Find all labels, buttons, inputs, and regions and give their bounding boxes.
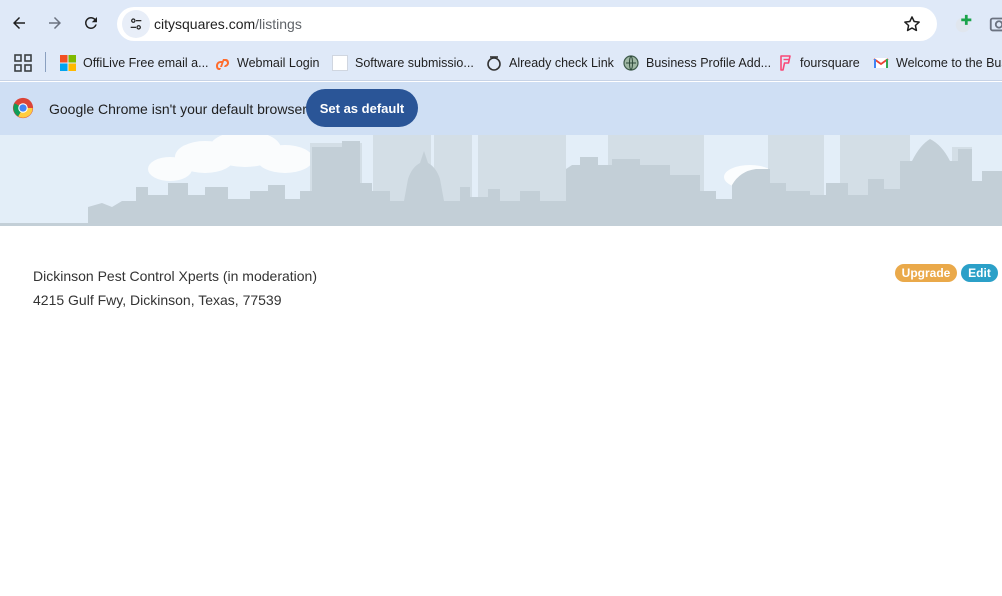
listing-address: 4215 Gulf Fwy, Dickinson, Texas, 77539 bbox=[33, 292, 282, 308]
reload-icon bbox=[84, 16, 97, 29]
bookmark-webmail-login[interactable]: Webmail Login bbox=[214, 52, 319, 74]
foursquare-icon bbox=[777, 55, 793, 71]
infobar-message: Google Chrome isn't your default browser bbox=[49, 101, 307, 117]
cpanel-icon bbox=[214, 55, 230, 71]
set-as-default-button[interactable]: Set as default bbox=[306, 89, 418, 127]
default-browser-infobar: Google Chrome isn't your default browser… bbox=[0, 82, 1002, 135]
back-arrow-icon bbox=[13, 17, 25, 29]
bookmark-already-check-link[interactable]: Already check Link bbox=[486, 52, 614, 74]
forward-arrow-icon bbox=[49, 17, 61, 29]
tune-icon bbox=[130, 18, 142, 30]
bookmark-label: Software submissio... bbox=[355, 56, 474, 70]
bookmark-software-submission[interactable]: Software submissio... bbox=[332, 52, 474, 74]
browser-toolbar: citysquares.com/listings bbox=[0, 0, 1002, 46]
blank-page-icon bbox=[332, 55, 348, 71]
listing-name[interactable]: Dickinson Pest Control Xperts (in modera… bbox=[33, 268, 317, 284]
bookmark-offilive[interactable]: OffiLive Free email a... bbox=[60, 52, 209, 74]
forward-button[interactable] bbox=[41, 9, 69, 37]
edit-button[interactable]: Edit bbox=[961, 264, 998, 282]
bookmark-star-icon[interactable] bbox=[902, 14, 922, 34]
reload-button[interactable] bbox=[77, 9, 105, 37]
url-text[interactable]: citysquares.com/listings bbox=[154, 16, 302, 32]
bookmark-label: Business Profile Add... bbox=[646, 56, 772, 70]
url-path: /listings bbox=[255, 16, 302, 32]
address-bar[interactable]: citysquares.com/listings bbox=[117, 7, 937, 41]
city-skyline-illustration bbox=[0, 135, 1002, 226]
bookmark-foursquare[interactable]: foursquare bbox=[777, 52, 860, 74]
camera-extension-icon[interactable] bbox=[988, 13, 1002, 35]
bookmarks-bar: OffiLive Free email a... Webmail Login S… bbox=[0, 46, 1002, 81]
site-info-button[interactable] bbox=[122, 10, 150, 38]
circle-icon bbox=[486, 55, 502, 71]
bookmark-label: OffiLive Free email a... bbox=[83, 56, 209, 70]
bookmark-welcome[interactable]: Welcome to the Bus bbox=[873, 52, 1002, 74]
back-button[interactable] bbox=[5, 9, 33, 37]
globe-icon bbox=[623, 55, 639, 71]
extension-add-icon[interactable] bbox=[953, 13, 975, 35]
apps-grid-icon[interactable] bbox=[14, 54, 32, 72]
microsoft-squares-icon bbox=[60, 55, 76, 71]
gmail-icon bbox=[873, 55, 889, 71]
bookmark-business-profile[interactable]: Business Profile Add... bbox=[623, 52, 771, 74]
bookmark-label: Webmail Login bbox=[237, 56, 320, 70]
bookmark-label: Already check Link bbox=[509, 56, 614, 70]
bookmark-label: foursquare bbox=[800, 56, 860, 70]
url-domain: citysquares.com bbox=[154, 16, 256, 32]
skyline-header-image bbox=[0, 135, 1002, 226]
bookmark-label: Welcome to the Bus bbox=[896, 56, 1002, 70]
chrome-logo-icon bbox=[12, 97, 34, 119]
upgrade-button[interactable]: Upgrade bbox=[895, 264, 957, 282]
bookmarks-separator bbox=[45, 52, 46, 72]
